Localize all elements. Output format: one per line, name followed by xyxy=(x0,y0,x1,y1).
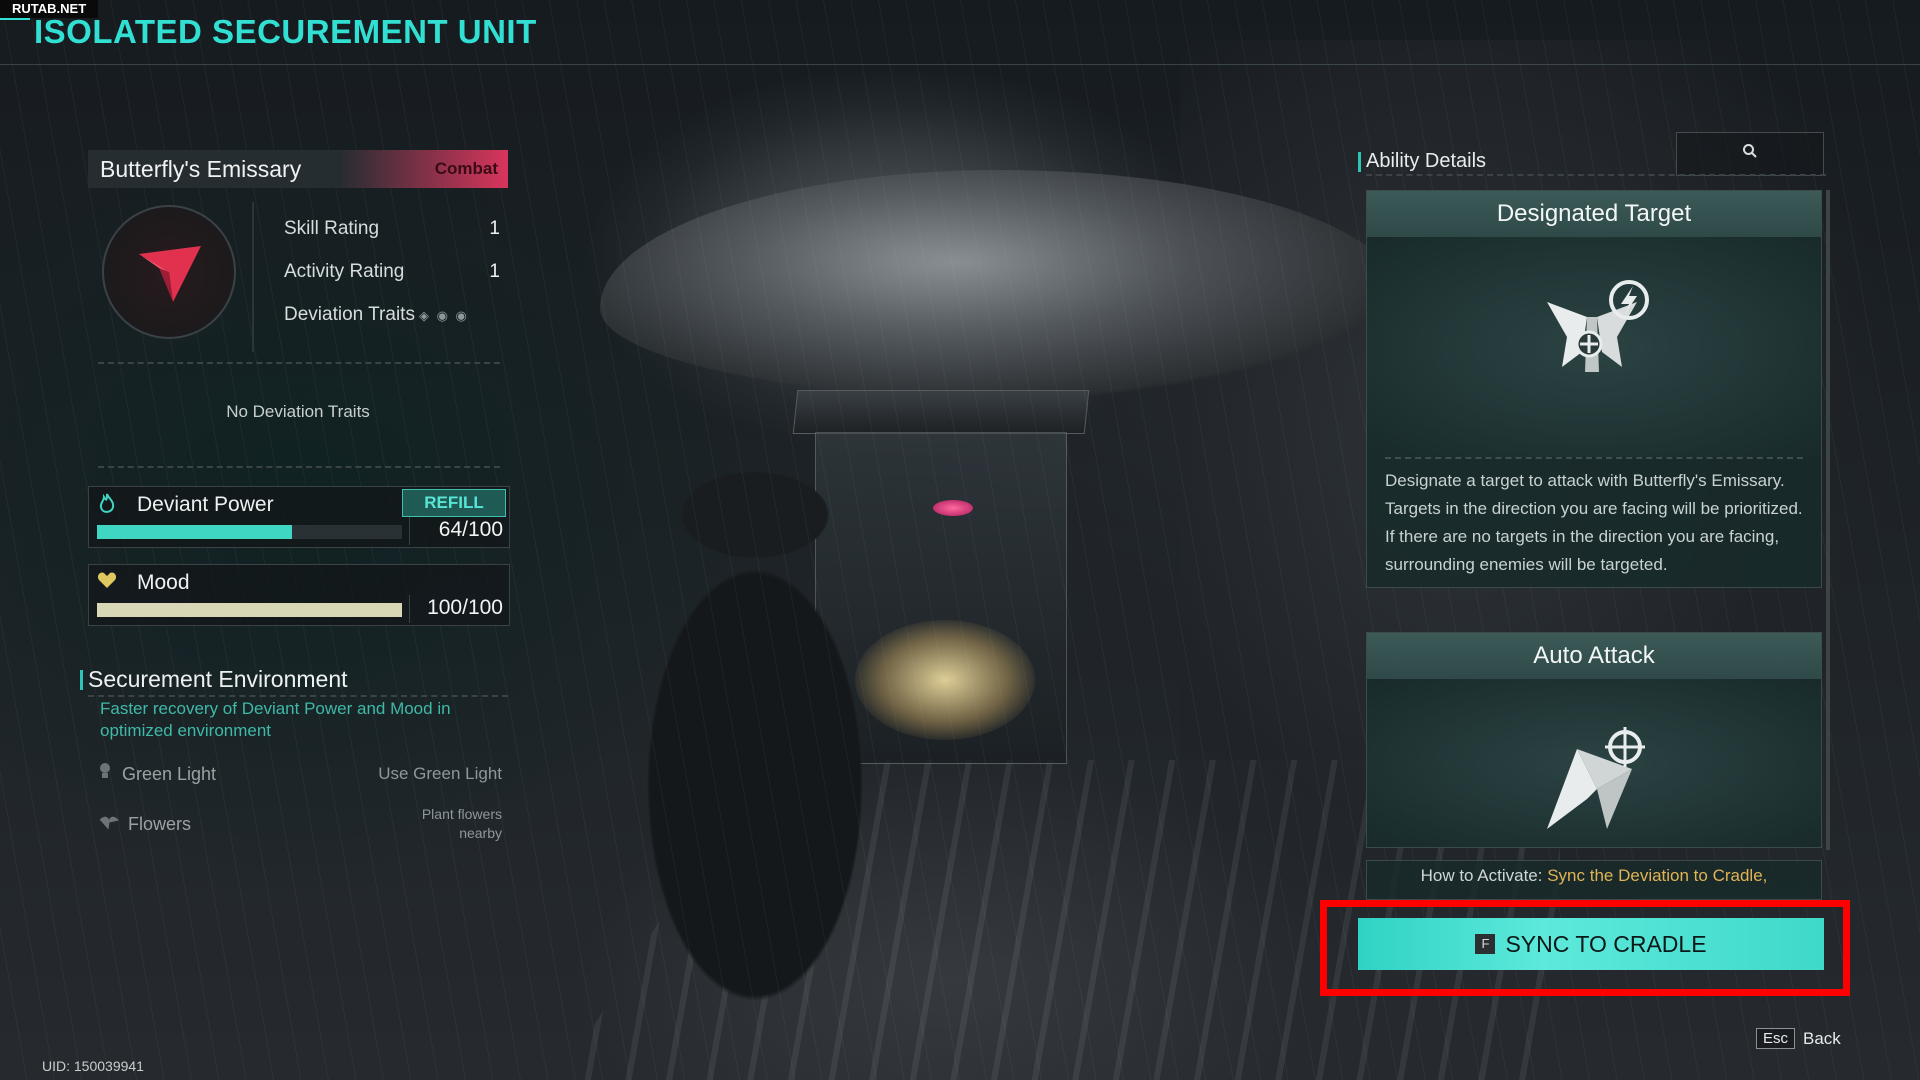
flowers-requirement: Plant flowers nearby xyxy=(421,806,502,841)
heart-icon xyxy=(97,571,117,593)
deviant-power-value: 64/100 xyxy=(438,518,503,541)
designated-target-icon xyxy=(1367,237,1821,457)
securement-environment-title: Securement Environment xyxy=(80,666,348,692)
mood-meter: Mood 100/100 xyxy=(88,564,510,626)
how-to-activate: How to Activate: Sync the Deviation to C… xyxy=(1366,860,1822,900)
deviant-power-label: Deviant Power xyxy=(137,493,274,516)
search-button[interactable] xyxy=(1676,132,1824,176)
butterfly-emblem-icon xyxy=(102,205,236,339)
flowers-row: Flowers Plant flowers nearby xyxy=(98,805,502,843)
skill-rating-row: Skill Rating 1 xyxy=(284,218,508,240)
activity-rating-value: 1 xyxy=(489,261,500,282)
f-key-icon: F xyxy=(1475,934,1496,954)
sync-to-cradle-button[interactable]: F SYNC TO CRADLE xyxy=(1358,918,1824,970)
refill-button[interactable]: REFILL xyxy=(402,489,506,517)
auto-attack-icon xyxy=(1367,679,1821,847)
sync-to-cradle-label: SYNC TO CRADLE xyxy=(1505,930,1707,957)
flame-icon xyxy=(97,493,117,515)
page-title: ISOLATED SECUREMENT UNIT xyxy=(34,13,537,50)
mood-value: 100/100 xyxy=(427,596,503,619)
esc-key-icon: Esc xyxy=(1756,1028,1796,1049)
environment-description: Faster recovery of Deviant Power and Moo… xyxy=(100,699,451,740)
deviation-traits-row[interactable]: Deviation Traits ◈ ◉ ◉ xyxy=(284,304,508,326)
mood-fill xyxy=(97,603,402,617)
how-to-text: Sync the Deviation to Cradle, xyxy=(1547,866,1768,885)
skill-rating-label: Skill Rating xyxy=(284,218,380,239)
stats-divider xyxy=(252,202,254,352)
ability-description: Designate a target to attack with Butter… xyxy=(1385,457,1803,587)
deviation-traits-label: Deviation Traits ◈ ◉ ◉ xyxy=(284,304,469,325)
watermark: RUTAB.NET xyxy=(0,0,99,18)
trait-eye-icons: ◈ ◉ ◉ xyxy=(418,308,469,323)
divider xyxy=(98,362,500,364)
ability-scrollbar[interactable] xyxy=(1826,190,1830,850)
ability-card-designated-target[interactable]: Designated Target Designate a target to … xyxy=(1366,190,1822,588)
deviant-power-track xyxy=(97,525,402,539)
ability-card-auto-attack[interactable]: Auto Attack xyxy=(1366,632,1822,848)
how-to-label: How to Activate: xyxy=(1420,866,1543,885)
meter-divider xyxy=(409,595,410,623)
deviation-name: Butterfly's Emissary xyxy=(100,155,302,182)
activity-rating-row: Activity Rating 1 xyxy=(284,261,508,283)
mood-label: Mood xyxy=(137,571,190,594)
divider xyxy=(88,695,508,697)
bulb-icon xyxy=(98,763,112,784)
no-traits-text: No Deviation Traits xyxy=(226,402,370,421)
deviant-power-meter: Deviant Power REFILL 64/100 xyxy=(88,486,510,548)
deviation-name-bar: Butterfly's Emissary Combat xyxy=(88,150,508,188)
deviant-power-fill xyxy=(97,525,293,539)
divider xyxy=(1366,174,1826,176)
green-light-item: Green Light xyxy=(98,762,216,785)
ability-title: Designated Target xyxy=(1367,191,1821,237)
search-icon xyxy=(1742,143,1758,163)
uid-text: UID: 150039941 xyxy=(42,1058,144,1074)
ability-title: Auto Attack xyxy=(1367,633,1821,679)
combat-tag: Combat xyxy=(434,159,498,178)
green-light-requirement: Use Green Light xyxy=(378,763,502,783)
activity-rating-label: Activity Rating xyxy=(284,261,405,282)
flowers-item: Flowers xyxy=(98,814,191,835)
top-bar: ISOLATED SECUREMENT UNIT xyxy=(0,0,1920,65)
green-light-row: Green Light Use Green Light xyxy=(98,762,502,785)
skill-rating-value: 1 xyxy=(489,218,500,239)
back-label: Back xyxy=(1803,1028,1841,1048)
flower-icon xyxy=(98,814,120,834)
mood-track xyxy=(97,603,402,617)
divider xyxy=(98,466,500,468)
ability-details-heading: Ability Details xyxy=(1357,150,1487,172)
back-button[interactable]: Esc Back xyxy=(1756,1028,1841,1049)
meter-divider xyxy=(409,517,410,545)
